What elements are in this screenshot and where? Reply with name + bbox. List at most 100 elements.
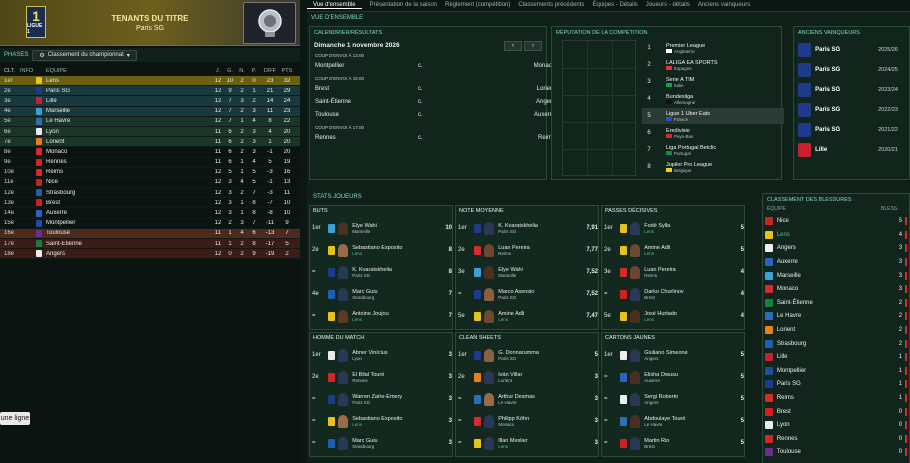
stat-box-title[interactable]: NOTE MOYENNE bbox=[459, 208, 504, 214]
player-team[interactable]: Paris SG bbox=[352, 273, 436, 278]
home-team[interactable]: Saint-Étienne bbox=[315, 99, 418, 105]
reputation-item[interactable]: 4 Bundesliga Allemagne bbox=[642, 91, 784, 107]
table-row[interactable]: 6e Lyon 11 6 2 3 4 20 bbox=[0, 126, 300, 138]
injury-row[interactable]: Lyon 0 bbox=[765, 419, 907, 431]
injury-row[interactable]: Auxerre 3 bbox=[765, 256, 907, 268]
stat-row[interactable]: 1er Fodé Sylla Lens 5 bbox=[604, 218, 744, 238]
stat-row[interactable]: = K. Kvaratskhelia Paris SG 8 bbox=[312, 262, 452, 282]
table-row[interactable]: 18e Angers 12 0 2 9 -19 2 bbox=[0, 249, 300, 260]
stat-box-title[interactable]: CARTONS JAUNES bbox=[605, 335, 655, 341]
winner-row[interactable]: Paris SG 2025/26 bbox=[798, 41, 898, 59]
stat-box-title[interactable]: CLEAN SHEETS bbox=[459, 335, 501, 341]
player-team[interactable]: Le Havre bbox=[644, 422, 728, 427]
table-row[interactable]: 4e Marseille 12 7 2 3 11 23 bbox=[0, 106, 300, 117]
team-name[interactable]: Nice bbox=[46, 179, 212, 185]
reputation-item[interactable]: 8 Jupiler Pro League Belgique bbox=[642, 159, 784, 175]
table-row[interactable]: 5e Le Havre 12 7 1 4 8 22 bbox=[0, 116, 300, 127]
winner-team[interactable]: Paris SG bbox=[815, 47, 870, 53]
winner-row[interactable]: Lille 2020/21 bbox=[798, 141, 898, 159]
stat-row[interactable]: = Martin Rio Brest 5 bbox=[604, 433, 744, 453]
stat-row[interactable]: 1er Elye Wahi Marseille 10 bbox=[312, 218, 452, 238]
reputation-item[interactable]: 7 Liga Portugal Betclic Portugal bbox=[642, 142, 784, 158]
stat-row[interactable]: 3e Luan Pereira Reims 4 bbox=[604, 262, 744, 282]
tab-0[interactable]: Vue d'ensemble bbox=[307, 2, 362, 9]
home-team[interactable]: Rennes bbox=[315, 135, 418, 141]
player-team[interactable]: Angers bbox=[644, 400, 728, 405]
stat-box-title[interactable]: BUTS bbox=[313, 208, 328, 214]
team-name[interactable]: Strasbourg bbox=[777, 341, 885, 347]
injury-row[interactable]: Rennes 0 bbox=[765, 433, 907, 445]
fixture-row[interactable]: Saint-Étienne c. Angers bbox=[315, 97, 555, 107]
player-team[interactable]: Lens bbox=[498, 317, 582, 322]
stat-row[interactable]: = Elisha Owusu Auxerre 5 bbox=[604, 367, 744, 387]
table-row[interactable]: 8e Monaco 11 6 2 3 -1 20 bbox=[0, 147, 300, 158]
away-team[interactable]: Monaco bbox=[478, 63, 555, 69]
team-name[interactable]: Auxerre bbox=[46, 210, 212, 216]
injury-row[interactable]: Paris SG 1 bbox=[765, 378, 907, 390]
team-name[interactable]: Reims bbox=[777, 395, 885, 401]
injury-row[interactable]: Strasbourg 2 bbox=[765, 337, 907, 349]
player-team[interactable]: Rennes bbox=[352, 378, 436, 383]
stat-row[interactable]: 2e El Bilal Touré Rennes 3 bbox=[312, 367, 452, 387]
stat-row[interactable]: 1er Abner Vinícius Lyon 3 bbox=[312, 345, 452, 365]
player-team[interactable]: Le Havre bbox=[498, 400, 582, 405]
tab-3[interactable]: Classements précédents bbox=[518, 2, 584, 8]
team-name[interactable]: Auxerre bbox=[777, 259, 885, 265]
tab-5[interactable]: Joueurs - détails bbox=[646, 2, 690, 8]
team-name[interactable]: Rennes bbox=[46, 159, 212, 165]
team-name[interactable]: Brest bbox=[46, 200, 212, 206]
stat-row[interactable]: 1er Giuliano Simeone Angers 5 bbox=[604, 345, 744, 365]
winner-team[interactable]: Paris SG bbox=[815, 107, 870, 113]
team-name[interactable]: Lyon bbox=[777, 422, 885, 428]
player-team[interactable]: Lens bbox=[498, 444, 582, 449]
team-name[interactable]: Lorient bbox=[46, 139, 212, 145]
home-team[interactable]: Toulouse bbox=[315, 112, 418, 118]
team-name[interactable]: Lorient bbox=[777, 327, 885, 333]
away-team[interactable]: Angers bbox=[478, 99, 555, 105]
injury-row[interactable]: Reims 1 bbox=[765, 392, 907, 404]
team-name[interactable]: Paris SG bbox=[777, 381, 885, 387]
player-team[interactable]: Lorient bbox=[498, 378, 582, 383]
team-name[interactable]: Saint-Étienne bbox=[777, 300, 885, 306]
phase-dropdown[interactable]: ⚙ Classement du championnat ▾ bbox=[32, 49, 137, 61]
team-name[interactable]: Lens bbox=[777, 232, 885, 238]
winner-row[interactable]: Paris SG 2023/24 bbox=[798, 81, 898, 99]
player-team[interactable]: Paris SG bbox=[352, 400, 436, 405]
team-name[interactable]: Saint-Étienne bbox=[46, 241, 212, 247]
stat-box-title[interactable]: PASSES DÉCISIVES bbox=[605, 208, 657, 214]
stat-row[interactable]: 2e Luan Pereira Reims 7,77 bbox=[458, 240, 598, 260]
winner-team[interactable]: Lille bbox=[815, 147, 870, 153]
table-row[interactable]: 11e Nice 12 3 4 5 -1 13 bbox=[0, 178, 300, 189]
injury-row[interactable]: Monaco 3 bbox=[765, 283, 907, 295]
injury-row[interactable]: Saint-Étienne 2 bbox=[765, 297, 907, 309]
team-name[interactable]: Angers bbox=[777, 245, 885, 251]
player-team[interactable]: Reims bbox=[644, 273, 728, 278]
winner-row[interactable]: Paris SG 2024/25 bbox=[798, 61, 898, 79]
stat-row[interactable]: = Marc Guiu Strasbourg 3 bbox=[312, 433, 452, 453]
player-team[interactable]: Marseille bbox=[352, 229, 436, 234]
player-team[interactable]: Lens bbox=[352, 251, 436, 256]
team-name[interactable]: Toulouse bbox=[46, 230, 212, 236]
team-name[interactable]: Lille bbox=[777, 354, 885, 360]
tab-2[interactable]: Règlement (compétition) bbox=[445, 2, 510, 8]
away-team[interactable]: Auxerre bbox=[478, 112, 555, 118]
stat-row[interactable]: = Illan Meslier Lens 3 bbox=[458, 433, 598, 453]
player-team[interactable]: Marseille bbox=[498, 273, 582, 278]
reputation-item[interactable]: 2 LALIGA EA SPORTS Espagne bbox=[642, 57, 784, 73]
stat-row[interactable]: 5e Amine Adli Lens 7,47 bbox=[458, 306, 598, 326]
stat-row[interactable]: = Darko Churlinov Brest 4 bbox=[604, 284, 744, 304]
prev-day-button[interactable]: ‹ bbox=[504, 41, 522, 51]
stat-row[interactable]: = Marco Asensio Paris SG 7,52 bbox=[458, 284, 598, 304]
injury-row[interactable]: Nice 5 bbox=[765, 215, 907, 227]
stat-row[interactable]: 4e Marc Guiu Strasbourg 7 bbox=[312, 284, 452, 304]
player-team[interactable]: Lens bbox=[644, 229, 728, 234]
player-team[interactable]: Lens bbox=[644, 317, 728, 322]
tab-4[interactable]: Équipes - Détails bbox=[592, 2, 637, 8]
fixture-row[interactable]: Toulouse c. Auxerre bbox=[315, 110, 555, 120]
stat-row[interactable]: = Arthur Desmas Le Havre 3 bbox=[458, 389, 598, 409]
line-button[interactable]: une ligne bbox=[0, 412, 30, 425]
tab-6[interactable]: Anciens vainqueurs bbox=[698, 2, 750, 8]
player-team[interactable]: Auxerre bbox=[644, 378, 728, 383]
home-team[interactable]: Montpellier bbox=[315, 63, 418, 69]
team-name[interactable]: Montpellier bbox=[46, 220, 212, 226]
